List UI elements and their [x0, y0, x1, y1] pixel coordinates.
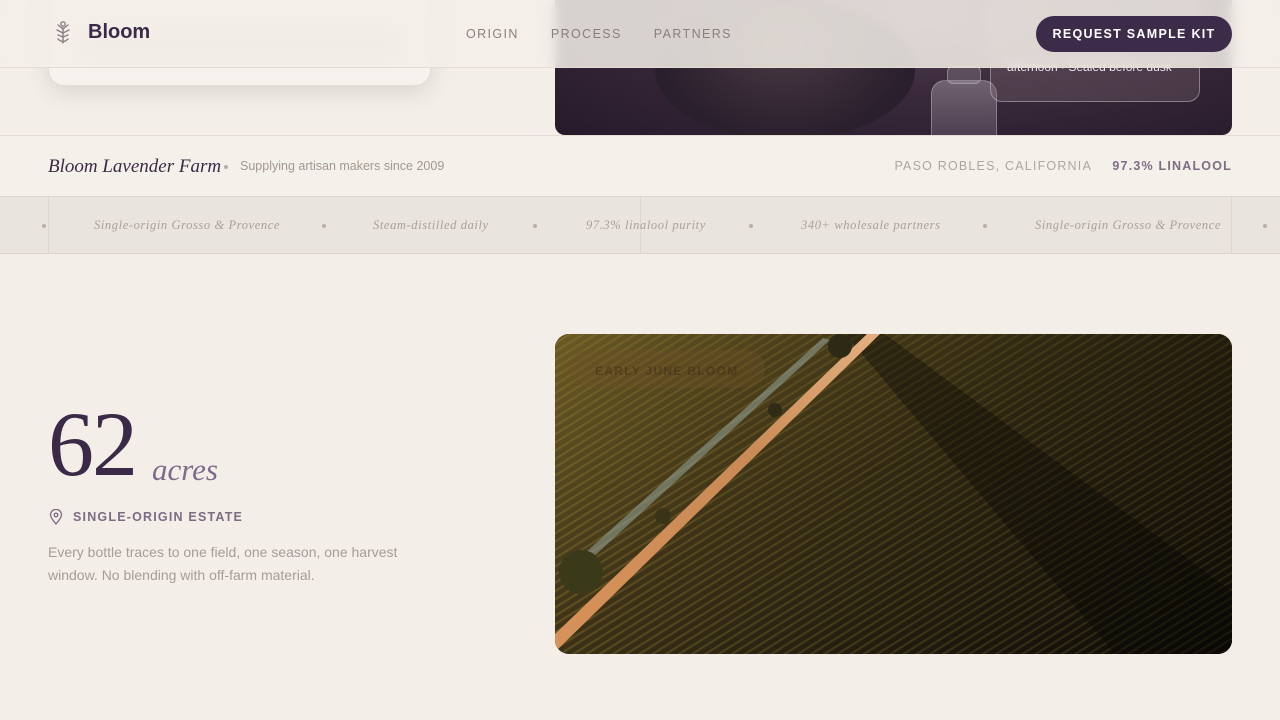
marquee-dot: [1263, 224, 1267, 228]
estate-description: Every bottle traces to one field, one se…: [48, 544, 398, 583]
marquee-item: Steam-distilled daily: [373, 218, 489, 232]
brand-linalool: 97.3% LINALOOL: [1112, 159, 1232, 173]
nav-link-process[interactable]: PROCESS: [551, 27, 622, 41]
marquee-item: 97.3% linalool purity: [586, 218, 706, 232]
brand-name: Bloom Lavender Farm: [48, 156, 222, 177]
request-sample-kit-button[interactable]: REQUEST SAMPLE KIT: [1036, 16, 1232, 52]
estate-label-row: SINGLE-ORIGIN ESTATE: [49, 509, 243, 525]
hero-jar: [931, 80, 997, 135]
field-photo: EARLY JUNE BLOOM: [555, 334, 1232, 654]
marquee-item: Single-origin Grosso & Provence: [94, 218, 281, 232]
marquee-dot: [322, 224, 326, 228]
marquee-dot: [533, 224, 537, 228]
marquee-dot: [749, 224, 753, 228]
separator-dot: [224, 165, 228, 169]
marquee-strip: Single-origin Grosso & Provence Steam-di…: [0, 197, 1280, 254]
stat-acres-unit: acres: [152, 452, 218, 487]
nav-link-partners[interactable]: PARTNERS: [654, 27, 732, 41]
marquee-item: 340+ wholesale partners: [801, 218, 941, 232]
nav-link-origin[interactable]: ORIGIN: [466, 27, 519, 41]
estate-label: SINGLE-ORIGIN ESTATE: [73, 510, 244, 524]
logo-text: Bloom: [88, 20, 151, 43]
marquee-divider: [48, 197, 49, 253]
stat-acres-value: 62: [48, 393, 138, 495]
brand-bar: Bloom Lavender Farm Supplying artisan ma…: [0, 135, 1280, 197]
lavender-sprig-icon: [56, 21, 70, 44]
brand-location: PASO ROBLES, CALIFORNIA: [894, 159, 1092, 173]
marquee-item: Single-origin Grosso & Provence: [1035, 218, 1222, 232]
marquee-dot: [983, 224, 987, 228]
logo[interactable]: Bloom: [52, 20, 150, 44]
marquee-dot: [42, 224, 46, 228]
field-photo-badge: EARLY JUNE BLOOM: [569, 350, 765, 388]
field-photo-badge-text: EARLY JUNE BLOOM: [595, 364, 739, 378]
map-pin-icon: [49, 509, 63, 525]
nav-links: ORIGIN PROCESS PARTNERS: [466, 27, 732, 41]
marquee-divider: [1231, 197, 1232, 253]
brand-since: Supplying artisan makers since 2009: [240, 159, 445, 173]
top-nav: Bloom ORIGIN PROCESS PARTNERS REQUEST SA…: [0, 0, 1280, 68]
page: afternoon · Sealed before dusk Bloom ORI…: [0, 0, 1280, 720]
